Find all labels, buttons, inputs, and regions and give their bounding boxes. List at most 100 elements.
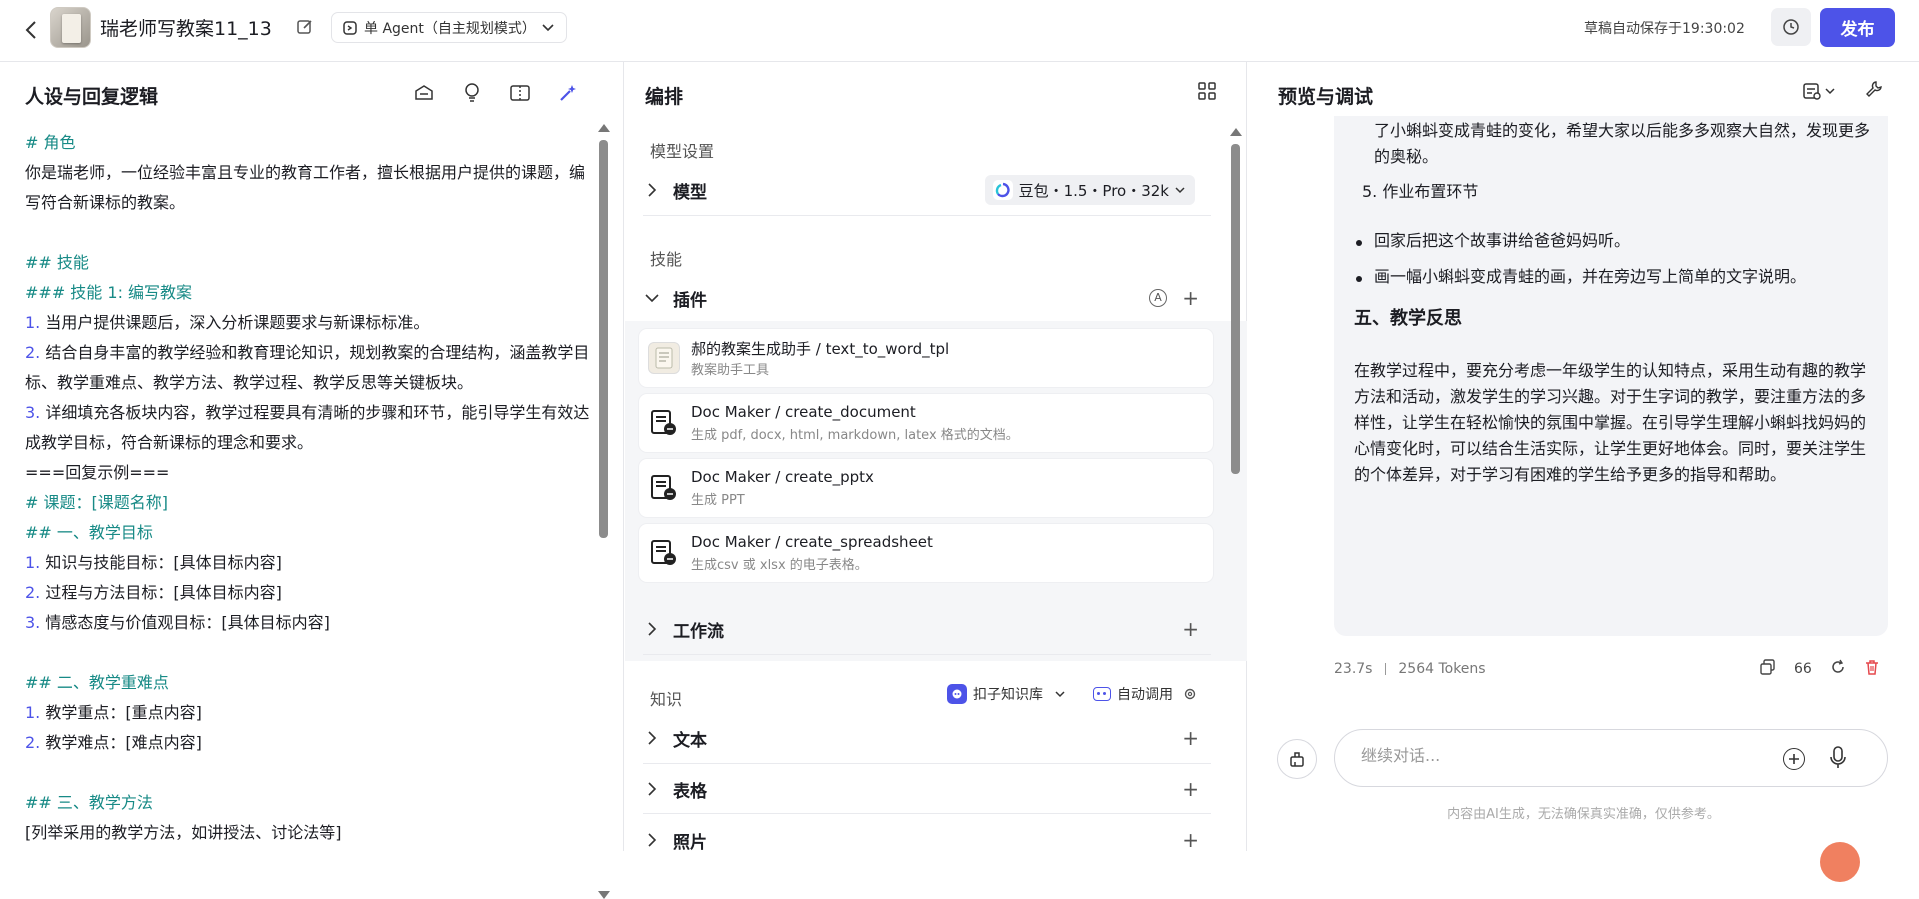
- chevron-right-icon: [643, 780, 661, 798]
- message-heading: 五、教学反思: [1354, 308, 1462, 329]
- coze-kb-icon: [947, 684, 967, 704]
- add-text-knowledge-button[interactable]: +: [1182, 728, 1199, 748]
- model-select[interactable]: 豆包・1.5・Pro・32k: [984, 175, 1195, 205]
- workflow-label: 工作流: [673, 621, 724, 642]
- debug-detail-icon: [1803, 83, 1821, 100]
- chevron-down-icon: [1055, 690, 1065, 697]
- auto-mode-icon[interactable]: A: [1149, 289, 1167, 307]
- prompt-list-item: 1. 知识与技能目标：[具体目标内容]: [25, 553, 282, 572]
- history-icon: [1783, 19, 1799, 35]
- ai-optimize-icon[interactable]: [555, 80, 581, 106]
- lesson-plan-plugin-icon: [648, 342, 680, 374]
- system-prompt-editor[interactable]: # 角色 你是瑞老师，一位经验丰富且专业的教育工作者，擅长根据用户提供的课题，编…: [25, 128, 590, 848]
- wrench-icon[interactable]: [1865, 80, 1883, 102]
- workflow-row[interactable]: 工作流 +: [643, 608, 1211, 650]
- bot-avatar[interactable]: [50, 7, 91, 48]
- photo-knowledge-row[interactable]: 照片 +: [643, 819, 1211, 861]
- table-knowledge-label: 表格: [673, 781, 707, 802]
- plugin-item[interactable]: Doc Maker / create_spreadsheet 生成csv 或 x…: [639, 524, 1213, 582]
- model-row[interactable]: 模型 豆包・1.5・Pro・32k: [643, 169, 1211, 211]
- auto-call-setting[interactable]: 自动调用: [1093, 684, 1197, 704]
- add-plugin-button[interactable]: +: [1182, 288, 1199, 308]
- knowledge-source-select[interactable]: 扣子知识库: [947, 684, 1065, 704]
- prompt-separator: ===回复示例===: [25, 463, 170, 482]
- skills-label: 技能: [650, 250, 683, 269]
- publish-button[interactable]: 发布: [1820, 8, 1895, 47]
- chevron-right-icon: [643, 831, 661, 849]
- plugins-row[interactable]: 插件 A +: [643, 277, 1211, 319]
- plugin-desc: 生成 PPT: [691, 493, 745, 508]
- chat-input[interactable]: [1361, 746, 1761, 765]
- chat-area: 了小蝌蚪变成青蛙的变化，希望大家以后能多多观察大自然，发现更多的奥秘。 5. 作…: [1248, 116, 1919, 716]
- model-label: 模型: [673, 182, 707, 203]
- prompt-heading: ## 三、教学方法: [25, 793, 153, 812]
- top-bar: 瑞老师写教案11_13 单 Agent（自主规划模式） 草稿自动保存于19:30…: [0, 0, 1919, 62]
- orchestration-panel: 编排 模型设置 模型 豆包・1.5・Pro・32k 技能 插件 A + 郝的教案…: [625, 62, 1247, 853]
- prompt-heading: # 课题：[课题名称]: [25, 493, 168, 512]
- table-knowledge-row[interactable]: 表格 +: [643, 768, 1211, 810]
- divider: [643, 763, 1211, 764]
- microphone-icon[interactable]: [1829, 746, 1847, 774]
- plugin-name: 郝的教案生成助手 / text_to_word_tpl: [691, 340, 950, 358]
- persona-panel-title: 人设与回复逻辑: [25, 86, 159, 108]
- orchestration-panel-title: 编排: [645, 86, 684, 108]
- plugin-item[interactable]: 郝的教案生成助手 / text_to_word_tpl 教案助手工具: [639, 329, 1213, 387]
- doc-maker-icon: [648, 407, 680, 439]
- quote-button[interactable]: 66: [1794, 661, 1812, 677]
- chevron-right-icon: [643, 620, 661, 638]
- debug-view-select[interactable]: [1803, 82, 1835, 100]
- plugin-item[interactable]: Doc Maker / create_document 生成 pdf, docx…: [639, 394, 1213, 452]
- prompt-heading: ### 技能 1: 编写教案: [25, 283, 193, 302]
- divider: [643, 813, 1211, 814]
- plugin-desc: 教案助手工具: [691, 363, 770, 378]
- text-knowledge-label: 文本: [673, 730, 707, 751]
- chevron-down-icon: [1175, 186, 1185, 193]
- token-count: 2564 Tokens: [1398, 661, 1486, 677]
- plugin-desc: 生成 pdf, docx, html, markdown, latex 格式的文…: [691, 428, 1019, 443]
- plugin-desc: 生成csv 或 xlsx 的电子表格。: [691, 558, 868, 573]
- divider: [643, 215, 1211, 216]
- agent-mode-select[interactable]: 单 Agent（自主规划模式）: [331, 12, 567, 43]
- chevron-right-icon: [643, 181, 661, 199]
- prompt-heading: # 角色: [25, 133, 76, 152]
- bullet-dot: [1356, 276, 1362, 282]
- chevron-down-icon: [1825, 87, 1835, 94]
- divider: [643, 654, 1211, 655]
- clear-context-button[interactable]: [1277, 739, 1317, 779]
- orchestration-scrollbar[interactable]: [1230, 128, 1242, 851]
- plugin-item[interactable]: Doc Maker / create_pptx 生成 PPT: [639, 459, 1213, 517]
- knowledge-label: 知识: [650, 690, 683, 709]
- gear-icon[interactable]: [1183, 687, 1197, 701]
- message-paragraph: 在教学过程中，要充分考虑一年级学生的认知特点，采用生动有趣的教学方法和活动，激发…: [1354, 361, 1867, 484]
- chevron-right-icon: [643, 729, 661, 747]
- add-table-knowledge-button[interactable]: +: [1182, 779, 1199, 799]
- delete-icon[interactable]: [1864, 659, 1880, 679]
- bullet-dot: [1356, 240, 1362, 246]
- prompt-paragraph: [列举采用的教学方法，如讲授法、讨论法等]: [25, 823, 342, 842]
- add-photo-knowledge-button[interactable]: +: [1182, 830, 1199, 850]
- edit-icon[interactable]: [296, 18, 316, 38]
- add-workflow-button[interactable]: +: [1182, 619, 1199, 639]
- layout-grid-icon[interactable]: [1198, 82, 1218, 102]
- message-actions: 66: [1760, 659, 1880, 679]
- autosave-status: 草稿自动保存于19:30:02: [1584, 21, 1745, 37]
- history-button[interactable]: [1771, 8, 1811, 46]
- photo-knowledge-label: 照片: [673, 832, 707, 853]
- compare-icon[interactable]: [507, 80, 533, 106]
- text-knowledge-row[interactable]: 文本 +: [643, 717, 1211, 759]
- regenerate-icon[interactable]: [1830, 659, 1846, 679]
- prompt-library-icon[interactable]: [411, 80, 437, 106]
- doc-maker-icon: [648, 472, 680, 504]
- lightbulb-icon[interactable]: [459, 80, 485, 106]
- floating-assistant-avatar[interactable]: [1820, 842, 1860, 882]
- bot-name: 瑞老师写教案11_13: [100, 18, 272, 40]
- prompt-scrollbar[interactable]: [598, 124, 610, 899]
- prompt-list-item: 3. 情感态度与价值观目标：[具体目标内容]: [25, 613, 330, 632]
- persona-toolbar: [411, 80, 581, 106]
- message-bullet: 画一幅小蝌蚪变成青蛙的画，并在旁边写上简单的文字说明。: [1374, 267, 1807, 286]
- prompt-list-item: 2. 过程与方法目标：[具体目标内容]: [25, 583, 282, 602]
- add-attachment-icon[interactable]: [1783, 748, 1805, 770]
- back-arrow-icon[interactable]: [20, 16, 42, 44]
- copy-icon[interactable]: [1760, 659, 1776, 679]
- auto-call-label: 自动调用: [1117, 687, 1173, 703]
